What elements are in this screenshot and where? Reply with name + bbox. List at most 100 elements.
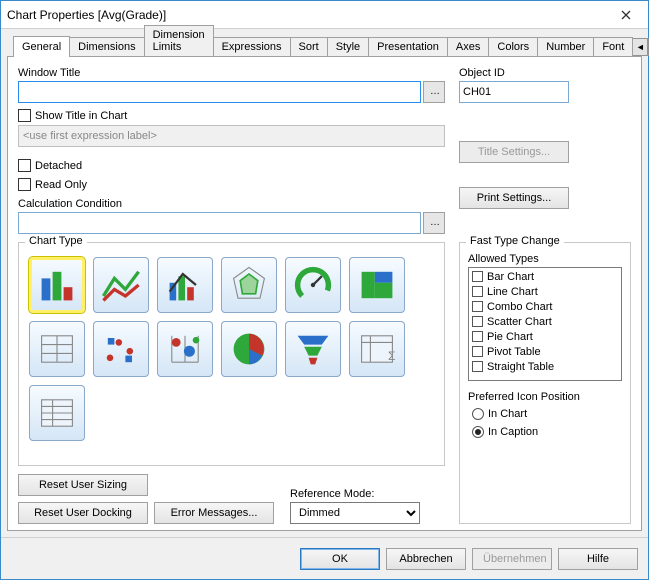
close-button[interactable] (610, 4, 642, 26)
mekko-chart-icon (355, 263, 399, 307)
chart-type-pivot[interactable]: Σ (349, 321, 405, 377)
readonly-checkbox[interactable] (18, 178, 31, 191)
print-settings-button[interactable]: Print Settings... (459, 187, 569, 209)
cancel-button[interactable]: Abbrechen (386, 548, 466, 570)
show-title-label: Show Title in Chart (35, 110, 127, 122)
allowed-type-checkbox[interactable] (472, 331, 483, 342)
tab-scroll-controls: ◄ ► (632, 38, 649, 56)
allowed-type-label: Straight Table (487, 361, 554, 373)
allowed-type-label: Pivot Table (487, 346, 541, 358)
tab-dimensions[interactable]: Dimensions (69, 37, 144, 56)
allowed-type-item[interactable]: Pivot Table (470, 344, 620, 359)
titlebar: Chart Properties [Avg(Grade)] (1, 1, 648, 29)
allowed-type-item[interactable]: Combo Chart (470, 299, 620, 314)
calc-condition-expr-button[interactable]: … (423, 212, 445, 234)
chart-type-funnel[interactable] (285, 321, 341, 377)
gauge-chart-icon (291, 263, 335, 307)
preferred-icon-label: Preferred Icon Position (468, 391, 622, 403)
allowed-type-item[interactable]: Bar Chart (470, 269, 620, 284)
dialog-footer: OK Abbrechen Übernehmen Hilfe (1, 537, 648, 579)
chart-type-grid: Σ (27, 253, 436, 445)
chart-type-grid[interactable] (157, 321, 213, 377)
allowed-type-checkbox[interactable] (472, 361, 483, 372)
radio-in-caption[interactable]: In Caption (472, 426, 622, 438)
chart-type-panel-title: Chart Type (25, 235, 87, 247)
allowed-type-label: Bar Chart (487, 271, 534, 283)
allowed-type-checkbox[interactable] (472, 271, 483, 282)
line-chart-icon (99, 263, 143, 307)
tab-general[interactable]: General (13, 36, 70, 57)
reference-mode-label: Reference Mode: (290, 488, 420, 500)
chart-type-bar[interactable] (29, 257, 85, 313)
allowed-type-item[interactable]: Scatter Chart (470, 314, 620, 329)
detached-label: Detached (35, 160, 82, 172)
calc-condition-input[interactable] (18, 212, 421, 234)
allowed-types-label: Allowed Types (468, 253, 622, 265)
tab-expressions[interactable]: Expressions (213, 37, 291, 56)
chart-type-scatter[interactable] (93, 321, 149, 377)
tab-font[interactable]: Font (593, 37, 633, 56)
straight-chart-icon (35, 391, 79, 435)
allowed-type-label: Scatter Chart (487, 316, 552, 328)
title-settings-button: Title Settings... (459, 141, 569, 163)
detached-checkbox[interactable] (18, 159, 31, 172)
allowed-type-label: Pie Chart (487, 331, 533, 343)
allowed-type-checkbox[interactable] (472, 316, 483, 327)
chart-type-pie[interactable] (221, 321, 277, 377)
chart-type-gauge[interactable] (285, 257, 341, 313)
tab-colors[interactable]: Colors (488, 37, 538, 56)
chart-type-block[interactable] (29, 321, 85, 377)
chart-type-line[interactable] (93, 257, 149, 313)
window-title-label: Window Title (18, 67, 445, 79)
radar-chart-icon (227, 263, 271, 307)
tab-sort[interactable]: Sort (290, 37, 328, 56)
svg-text:Σ: Σ (388, 349, 395, 363)
allowed-types-list[interactable]: Bar Chart Line Chart Combo Chart Scatter Ch… (468, 267, 622, 381)
help-button[interactable]: Hilfe (558, 548, 638, 570)
ok-button[interactable]: OK (300, 548, 380, 570)
apply-button: Übernehmen (472, 548, 552, 570)
allowed-type-label: Combo Chart (487, 301, 552, 313)
allowed-type-label: Line Chart (487, 286, 538, 298)
allowed-type-item[interactable]: Pie Chart (470, 329, 620, 344)
allowed-type-item[interactable]: Straight Table (470, 359, 620, 374)
allowed-type-checkbox[interactable] (472, 286, 483, 297)
tab-presentation[interactable]: Presentation (368, 37, 448, 56)
chart-type-panel: Chart Type Σ (18, 242, 445, 466)
pie-chart-icon (227, 327, 271, 371)
object-id-label: Object ID (459, 67, 631, 79)
chart-type-radar[interactable] (221, 257, 277, 313)
tab-dimension-limits[interactable]: Dimension Limits (144, 25, 214, 56)
allowed-type-checkbox[interactable] (472, 346, 483, 357)
show-title-checkbox[interactable] (18, 109, 31, 122)
window-title-expr-button[interactable]: … (423, 81, 445, 103)
fast-type-change-title: Fast Type Change (466, 235, 564, 247)
object-id-input[interactable] (459, 81, 569, 103)
window-title: Chart Properties [Avg(Grade)] (7, 8, 610, 22)
reset-user-docking-button[interactable]: Reset User Docking (18, 502, 148, 524)
calc-condition-label: Calculation Condition (18, 198, 445, 210)
chart-type-combo[interactable] (157, 257, 213, 313)
chart-title-input (18, 125, 445, 147)
window-title-input[interactable] (18, 81, 421, 103)
allowed-type-checkbox[interactable] (472, 301, 483, 312)
reset-user-sizing-button[interactable]: Reset User Sizing (18, 474, 148, 496)
tab-strip: GeneralDimensionsDimension LimitsExpress… (1, 29, 648, 56)
tab-style[interactable]: Style (327, 37, 369, 56)
tab-content-general: Window Title … Show Title in Chart Detac… (7, 56, 642, 531)
chart-type-straight[interactable] (29, 385, 85, 441)
tab-axes[interactable]: Axes (447, 37, 489, 56)
tab-number[interactable]: Number (537, 37, 594, 56)
error-messages-button[interactable]: Error Messages... (154, 502, 274, 524)
scatter-chart-icon (99, 327, 143, 371)
reference-mode-select[interactable]: Dimmed (290, 502, 420, 524)
pivot-chart-icon: Σ (355, 327, 399, 371)
chart-type-mekko[interactable] (349, 257, 405, 313)
readonly-label: Read Only (35, 179, 87, 191)
radio-in-chart[interactable]: In Chart (472, 408, 622, 420)
close-icon (621, 10, 631, 20)
allowed-type-item[interactable]: Line Chart (470, 284, 620, 299)
tab-scroll-left[interactable]: ◄ (632, 38, 648, 56)
grid-chart-icon (163, 327, 207, 371)
combo-chart-icon (163, 263, 207, 307)
